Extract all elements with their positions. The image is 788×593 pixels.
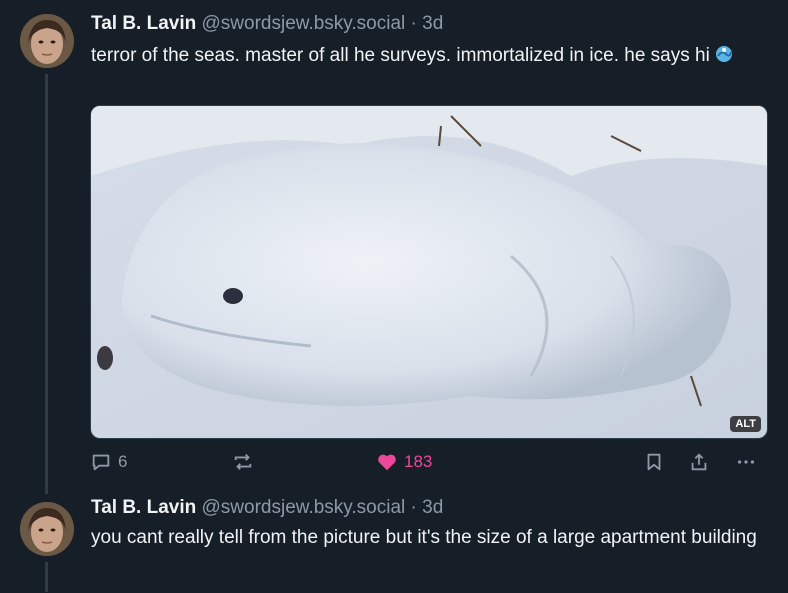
post-text: terror of the seas. master of all he sur… [91,43,771,69]
post-time[interactable]: 3d [422,497,443,518]
author-handle[interactable]: @swordsjew.bsky.social [202,497,406,518]
more-options-button[interactable] [735,451,757,473]
post-image[interactable]: ALT [90,105,768,439]
bookmark-icon [647,453,661,471]
avatar[interactable] [20,14,74,68]
post-time[interactable]: 3d [422,13,443,34]
wave-emoji-icon [714,44,734,64]
bookmark-button[interactable] [643,451,665,473]
heart-icon [378,454,396,471]
separator: · [410,13,417,34]
alt-badge[interactable]: ALT [730,416,761,432]
reply-button[interactable]: 6 [90,451,127,473]
repost-button[interactable] [232,451,260,473]
author-name[interactable]: Tal B. Lavin [91,497,196,518]
share-icon [691,453,707,471]
author-handle[interactable]: @swordsjew.bsky.social [202,13,406,34]
post-actions: 6 183 [90,451,770,479]
repost-icon [234,454,252,470]
thread-line [45,562,48,592]
reply-count: 6 [118,452,128,471]
post[interactable]: Tal B. Lavin @swordsjew.bsky.social · 3d… [0,0,788,494]
post-header: Tal B. Lavin @swordsjew.bsky.social · 3d [91,12,443,36]
author-name[interactable]: Tal B. Lavin [91,13,196,34]
thread-line [45,74,48,494]
share-button[interactable] [688,451,710,473]
post-text: you cant really tell from the picture bu… [91,527,757,548]
reply-icon [92,454,110,471]
more-icon [737,460,755,464]
separator: · [410,497,417,518]
avatar[interactable] [20,502,74,556]
like-button[interactable]: 183 [376,451,432,473]
like-count: 183 [404,452,433,471]
post-text-content: terror of the seas. master of all he sur… [91,45,710,66]
snow-sculpture-photo [91,106,767,438]
